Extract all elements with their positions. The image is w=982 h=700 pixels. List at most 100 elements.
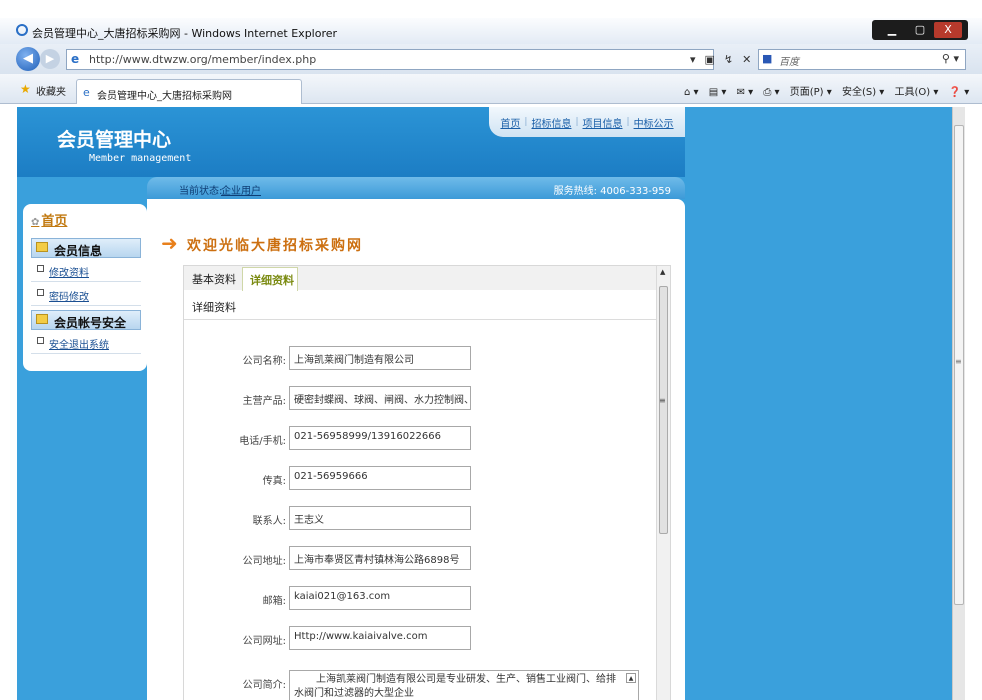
feeds-icon[interactable]: ▤ ▾ xyxy=(709,87,727,98)
home-leaf-icon: ✿ xyxy=(31,217,40,228)
window-titlebar: 会员管理中心_大唐招标采购网 - Windows Internet Explor… xyxy=(0,18,982,44)
site-header: 会员管理中心 Member management 首页 | 招标信息 | 项目信息 |… xyxy=(17,107,685,177)
sidebar-group-account-security[interactable]: 会员帐号安全 xyxy=(31,310,141,330)
safety-menu[interactable]: 安全(S) ▾ xyxy=(842,87,884,98)
page-menu[interactable]: 页面(P) ▾ xyxy=(790,87,832,98)
folder-icon xyxy=(36,314,48,324)
nav-project-info[interactable]: 项目信息 xyxy=(583,115,623,130)
help-menu[interactable]: ❓ ▾ xyxy=(949,87,970,98)
frame-scroll-thumb[interactable] xyxy=(659,286,668,534)
field-address: 公司地址: 上海市奉贤区青村镇林海公路6898号 xyxy=(184,546,658,572)
scroll-grip-icon: ≡ xyxy=(659,396,666,405)
forward-arrow-icon: ▶ xyxy=(45,52,55,65)
bullet-square-icon xyxy=(37,337,44,344)
sidebar-item-label: 修改资料 xyxy=(49,268,89,279)
sidebar-item-edit-profile[interactable]: 修改资料 xyxy=(31,260,141,282)
favorites-star-icon[interactable]: ★ xyxy=(20,82,31,96)
profile-frame: 基本资料 详细资料 详细资料 公司名称: 上海凯莱阀门制造有限公司 主营产品: … xyxy=(183,265,671,700)
main-panel: ➜ 欢迎光临大唐招标采购网 基本资料 详细资料 详细资料 公司名称: 上海凯莱阀… xyxy=(147,199,685,700)
back-button[interactable]: ◀ xyxy=(16,47,40,71)
forward-button[interactable]: ▶ xyxy=(40,49,60,69)
field-label: 主营产品: xyxy=(242,396,286,407)
field-label: 联系人: xyxy=(252,516,286,527)
scroll-grip-icon: ≡ xyxy=(955,357,962,366)
sidebar-group-label: 会员帐号安全 xyxy=(54,316,127,330)
status-label: 当前状态: xyxy=(179,186,223,197)
search-input[interactable]: ■ 百度 ⚲ ▾ xyxy=(758,49,966,70)
sidebar-item-logout[interactable]: 安全退出系统 xyxy=(31,332,141,354)
section-title-text: 详细资料 xyxy=(192,301,236,314)
field-company-name: 公司名称: 上海凯莱阀门制造有限公司 xyxy=(184,346,658,372)
back-arrow-icon: ◀ xyxy=(23,51,33,66)
frame-scrollbar[interactable]: ▲ ≡ xyxy=(656,266,670,700)
minimize-button[interactable]: ▁ xyxy=(878,22,906,38)
tab-basic-info[interactable]: 基本资料 xyxy=(192,271,236,287)
company-intro-text: 上海凯莱阀门制造有限公司是专业研发、生产、销售工业阀门、给排水阀门和过滤器的大型… xyxy=(294,674,616,699)
sidebar-item-label: 密码修改 xyxy=(49,292,89,303)
home-icon[interactable]: ⌂ ▾ xyxy=(684,87,699,98)
site-subtitle: Member management xyxy=(89,153,192,164)
top-nav: 首页 | 招标信息 | 项目信息 | 中标公示 xyxy=(489,107,685,137)
search-engine-label: 百度 xyxy=(779,57,799,68)
service-hotline: 服务热线: 4006-333-959 xyxy=(553,186,671,197)
tools-menu[interactable]: 工具(O) ▾ xyxy=(895,87,939,98)
bullet-square-icon xyxy=(37,265,44,272)
close-button[interactable]: X xyxy=(934,22,962,38)
bullet-square-icon xyxy=(37,289,44,296)
tab-detail-label: 详细资料 xyxy=(250,274,294,287)
field-label: 电话/手机: xyxy=(239,436,286,447)
command-bar: ⌂ ▾ ▤ ▾ ✉ ▾ ⎙ ▾ 页面(P) ▾ 安全(S) ▾ 工具(O) ▾ … xyxy=(684,83,976,98)
sidebar-group-member-info[interactable]: 会员信息 xyxy=(31,238,141,258)
address-input[interactable]: 上海市奉贤区青村镇林海公路6898号 xyxy=(289,546,471,570)
company-name-input[interactable]: 上海凯莱阀门制造有限公司 xyxy=(289,346,471,370)
url-input[interactable]: e http://www.dtwzw.org/member/index.php xyxy=(66,49,714,70)
window-title: 会员管理中心_大唐招标采购网 - Windows Internet Explor… xyxy=(32,27,338,40)
textarea-scroll-up-icon[interactable]: ▲ xyxy=(626,673,636,683)
section-title: 详细资料 xyxy=(184,290,658,320)
field-main-products: 主营产品: 硬密封蝶阀、球阀、闸阀、水力控制阀、耐磨阀 xyxy=(184,386,658,412)
search-icon[interactable]: ⚲ ▾ xyxy=(942,52,959,65)
company-intro-textarea[interactable]: 上海凯莱阀门制造有限公司是专业研发、生产、销售工业阀门、给排水阀门和过滤器的大型… xyxy=(289,670,639,700)
tab-title: 会员管理中心_大唐招标采购网 xyxy=(97,91,232,102)
ie-logo-icon xyxy=(16,24,28,36)
field-email: 邮箱: kaiai021@163.com xyxy=(184,586,658,612)
sidebar-group-label: 会员信息 xyxy=(54,244,103,258)
fax-input[interactable]: 021-56959666 xyxy=(289,466,471,490)
favorites-label[interactable]: 收藏夹 xyxy=(36,83,66,98)
website-input[interactable]: Http://www.kaiaivalve.com xyxy=(289,626,471,650)
tab-detail-info[interactable]: 详细资料 xyxy=(242,267,298,291)
baidu-logo-icon: ■ xyxy=(762,52,773,65)
sidebar-item-change-password[interactable]: 密码修改 xyxy=(31,284,141,306)
phone-input[interactable]: 021-56958999/13916022666 xyxy=(289,426,471,450)
scroll-up-icon[interactable]: ▲ xyxy=(660,268,665,276)
nav-award-notice[interactable]: 中标公示 xyxy=(634,115,674,130)
mail-icon[interactable]: ✉ ▾ xyxy=(737,87,754,98)
field-label: 邮箱: xyxy=(262,596,286,607)
print-icon[interactable]: ⎙ ▾ xyxy=(763,87,779,98)
nav-home[interactable]: 首页 xyxy=(500,115,520,130)
contact-input[interactable]: 王志义 xyxy=(289,506,471,530)
url-text: http://www.dtwzw.org/member/index.php xyxy=(89,53,317,66)
email-input[interactable]: kaiai021@163.com xyxy=(289,586,471,610)
address-tools[interactable]: ▾▣↯✕ xyxy=(690,53,760,66)
main-products-input[interactable]: 硬密封蝶阀、球阀、闸阀、水力控制阀、耐磨阀 xyxy=(289,386,471,410)
field-contact: 联系人: 王志义 xyxy=(184,506,658,532)
page-icon: e xyxy=(71,52,80,66)
nav-tender-info[interactable]: 招标信息 xyxy=(531,115,571,130)
maximize-button[interactable]: ▢ xyxy=(906,22,934,38)
status-value[interactable]: 企业用户 xyxy=(221,182,261,197)
tab-ie-icon: e xyxy=(83,86,90,99)
field-website: 公司网址: Http://www.kaiaivalve.com xyxy=(184,626,658,652)
window-controls: ▁ ▢ X xyxy=(872,20,968,40)
field-fax: 传真: 021-56959666 xyxy=(184,466,658,492)
sidebar-home-link[interactable]: ✿ 首页 xyxy=(31,210,67,229)
field-phone: 电话/手机: 021-56958999/13916022666 xyxy=(184,426,658,452)
favorites-bar: ★ 收藏夹 e 会员管理中心_大唐招标采购网 ⌂ ▾ ▤ ▾ ✉ ▾ ⎙ ▾ 页… xyxy=(0,74,982,104)
page-scrollbar[interactable]: ≡ xyxy=(952,107,965,700)
field-company-intro: 公司简介: 上海凯莱阀门制造有限公司是专业研发、生产、销售工业阀门、给排水阀门和… xyxy=(184,670,658,700)
folder-icon xyxy=(36,242,48,252)
sidebar: ✿ 首页 会员信息 修改资料 密码修改 会员帐号安全 安全退出系统 xyxy=(23,204,147,371)
status-bar: 当前状态: 企业用户 服务热线: 4006-333-959 xyxy=(147,177,685,199)
site-title: 会员管理中心 xyxy=(57,129,172,151)
browser-tab[interactable]: e 会员管理中心_大唐招标采购网 xyxy=(76,79,302,104)
